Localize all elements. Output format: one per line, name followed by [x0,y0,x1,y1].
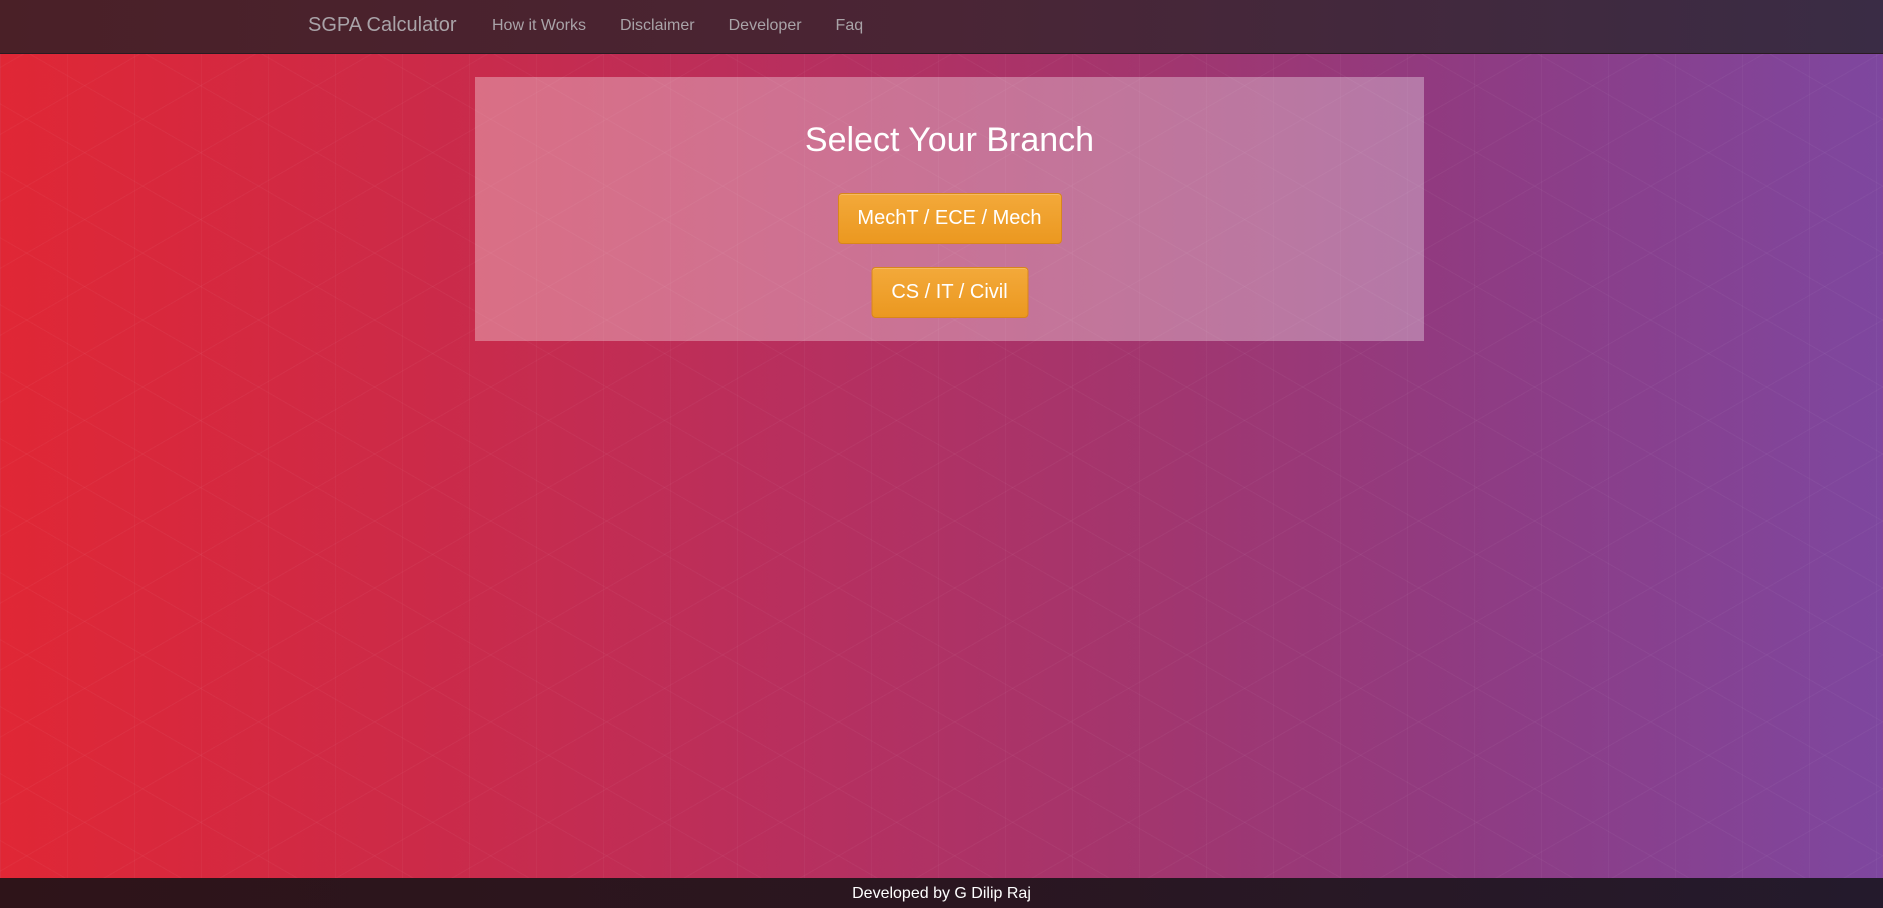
footer-credit: Developed by G Dilip Raj [852,885,1031,902]
page-title: Select Your Branch [804,121,1095,159]
nav-link-how-it-works[interactable]: How it Works [492,17,586,35]
brand-link[interactable]: SGPA Calculator [308,14,457,37]
branch-button-cs-it-civil[interactable]: CS / IT / Civil [871,267,1028,318]
nav-link-disclaimer[interactable]: Disclaimer [620,17,695,35]
nav-link-faq[interactable]: Faq [836,17,864,35]
nav-link-developer[interactable]: Developer [729,17,802,35]
branch-selection-panel: Select Your Branch MechT / ECE / Mech CS… [475,77,1424,341]
nav-links: How it Works Disclaimer Developer Faq [492,17,897,35]
footer: Developed by G Dilip Raj [0,878,1883,908]
top-navbar: SGPA Calculator How it Works Disclaimer … [0,0,1883,54]
branch-button-mecht-ece-mech[interactable]: MechT / ECE / Mech [837,193,1062,244]
